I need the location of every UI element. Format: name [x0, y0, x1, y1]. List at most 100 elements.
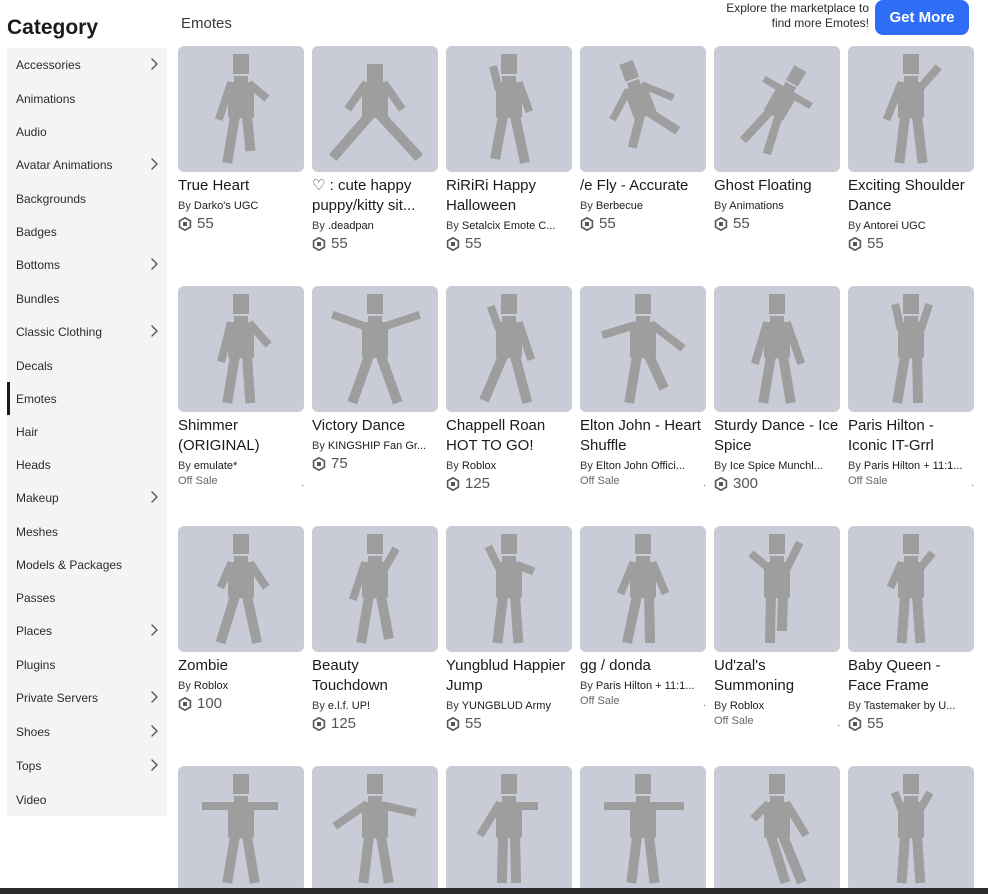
item-name[interactable]: Sturdy Dance - Ice Spice: [714, 416, 840, 456]
sidebar-item-heads[interactable]: Heads: [7, 448, 167, 481]
item-card[interactable]: Beauty Touchdown By e.l.f. UP! 125: [312, 526, 438, 734]
sidebar-item-video[interactable]: Video: [7, 783, 167, 816]
creator-link[interactable]: YUNGBLUD Army: [462, 700, 551, 712]
creator-link[interactable]: Paris Hilton + 11:1...: [864, 460, 963, 472]
creator-link[interactable]: Antorei UGC: [863, 220, 925, 232]
item-card[interactable]: Shimmer (ORIGINAL) By emulate* Off Sale …: [178, 286, 304, 489]
item-name[interactable]: Beauty Touchdown: [312, 656, 438, 696]
sidebar-item-bottoms[interactable]: Bottoms: [7, 248, 167, 281]
item-thumbnail[interactable]: [848, 526, 974, 652]
item-name[interactable]: Ghost Floating: [714, 176, 840, 196]
chevron-right-icon[interactable]: [147, 490, 161, 504]
sidebar-item-tops[interactable]: Tops: [7, 749, 167, 782]
item-card[interactable]: True Heart By Darko's UGC 55: [178, 46, 304, 234]
creator-link[interactable]: .deadpan: [328, 220, 374, 232]
creator-link[interactable]: Roblox: [462, 460, 496, 472]
creator-link[interactable]: Setalcix Emote C...: [462, 220, 556, 232]
creator-link[interactable]: Ice Spice Munchl...: [730, 460, 823, 472]
item-thumbnail[interactable]: [580, 286, 706, 412]
creator-link[interactable]: Tastemaker by U...: [864, 700, 956, 712]
creator-link[interactable]: Paris Hilton + 11:1...: [596, 680, 695, 692]
chevron-right-icon[interactable]: [147, 758, 161, 772]
item-thumbnail[interactable]: [178, 286, 304, 412]
item-name[interactable]: Paris Hilton - Iconic IT-Grrl: [848, 416, 974, 456]
sidebar-item-places[interactable]: Places: [7, 614, 167, 647]
sidebar-item-audio[interactable]: Audio: [7, 115, 167, 148]
item-name[interactable]: Ud'zal's Summoning: [714, 656, 840, 696]
item-name[interactable]: RiRiRi Happy Halloween: [446, 176, 572, 216]
item-card[interactable]: [580, 766, 706, 892]
item-name[interactable]: True Heart: [178, 176, 304, 196]
item-name[interactable]: Baby Queen - Face Frame: [848, 656, 974, 696]
sidebar-item-hair[interactable]: Hair: [7, 415, 167, 448]
sidebar-item-backgrounds[interactable]: Backgrounds: [7, 182, 167, 215]
chevron-right-icon[interactable]: [147, 57, 161, 71]
item-thumbnail[interactable]: [312, 286, 438, 412]
item-thumbnail[interactable]: [714, 286, 840, 412]
item-card[interactable]: [178, 766, 304, 892]
creator-link[interactable]: emulate*: [194, 460, 237, 472]
item-card[interactable]: ♡ : cute happy puppy/kitty sit... By .de…: [312, 46, 438, 254]
item-name[interactable]: gg / donda: [580, 656, 706, 676]
creator-link[interactable]: Roblox: [730, 700, 764, 712]
item-card[interactable]: [312, 766, 438, 892]
item-thumbnail[interactable]: [848, 766, 974, 892]
item-thumbnail[interactable]: [312, 526, 438, 652]
creator-link[interactable]: Elton John Offici...: [596, 460, 685, 472]
creator-link[interactable]: e.l.f. UP!: [328, 700, 370, 712]
item-card[interactable]: RiRiRi Happy Halloween By Setalcix Emote…: [446, 46, 572, 254]
sidebar-item-passes[interactable]: Passes: [7, 581, 167, 614]
chevron-right-icon[interactable]: [147, 157, 161, 171]
item-thumbnail[interactable]: [312, 46, 438, 172]
get-more-button[interactable]: Get More: [875, 0, 969, 35]
sidebar-item-classic-clothing[interactable]: Classic Clothing: [7, 315, 167, 348]
sidebar-item-emotes[interactable]: Emotes: [7, 382, 167, 415]
item-card[interactable]: Ghost Floating By Animations 55: [714, 46, 840, 234]
sidebar-item-animations[interactable]: Animations: [7, 82, 167, 115]
item-thumbnail[interactable]: [446, 46, 572, 172]
item-thumbnail[interactable]: [178, 526, 304, 652]
chevron-right-icon[interactable]: [147, 724, 161, 738]
item-thumbnail[interactable]: [580, 526, 706, 652]
item-card[interactable]: Zombie By Roblox 100: [178, 526, 304, 714]
chevron-right-icon[interactable]: [147, 257, 161, 271]
creator-link[interactable]: Animations: [729, 200, 783, 212]
item-thumbnail[interactable]: [714, 766, 840, 892]
item-card[interactable]: [714, 766, 840, 892]
item-name[interactable]: Shimmer (ORIGINAL): [178, 416, 304, 456]
item-card[interactable]: [848, 766, 974, 892]
item-thumbnail[interactable]: [580, 766, 706, 892]
item-thumbnail[interactable]: [446, 526, 572, 652]
item-thumbnail[interactable]: [848, 286, 974, 412]
item-card[interactable]: Ud'zal's Summoning By Roblox Off Sale .: [714, 526, 840, 729]
sidebar-item-decals[interactable]: Decals: [7, 349, 167, 382]
chevron-right-icon[interactable]: [147, 623, 161, 637]
creator-link[interactable]: Berbecue: [596, 200, 643, 212]
item-card[interactable]: Paris Hilton - Iconic IT-Grrl By Paris H…: [848, 286, 974, 489]
item-name[interactable]: Chappell Roan HOT TO GO!: [446, 416, 572, 456]
item-name[interactable]: Victory Dance: [312, 416, 438, 436]
creator-link[interactable]: Darko's UGC: [194, 200, 258, 212]
item-thumbnail[interactable]: [312, 766, 438, 892]
item-card[interactable]: Yungblud Happier Jump By YUNGBLUD Army 5…: [446, 526, 572, 734]
sidebar-item-makeup[interactable]: Makeup: [7, 481, 167, 514]
sidebar-item-private-servers[interactable]: Private Servers: [7, 681, 167, 714]
item-card[interactable]: Exciting Shoulder Dance By Antorei UGC 5…: [848, 46, 974, 254]
chevron-right-icon[interactable]: [147, 690, 161, 704]
sidebar-item-shoes[interactable]: Shoes: [7, 715, 167, 748]
item-card[interactable]: [446, 766, 572, 892]
item-thumbnail[interactable]: [446, 766, 572, 892]
item-card[interactable]: Elton John - Heart Shuffle By Elton John…: [580, 286, 706, 489]
item-card[interactable]: gg / donda By Paris Hilton + 11:1... Off…: [580, 526, 706, 709]
item-thumbnail[interactable]: [848, 46, 974, 172]
item-name[interactable]: ♡ : cute happy puppy/kitty sit...: [312, 176, 438, 216]
item-name[interactable]: Zombie: [178, 656, 304, 676]
item-thumbnail[interactable]: [714, 46, 840, 172]
creator-link[interactable]: KINGSHIP Fan Gr...: [328, 440, 426, 452]
item-thumbnail[interactable]: [580, 46, 706, 172]
item-card[interactable]: Chappell Roan HOT TO GO! By Roblox 125: [446, 286, 572, 494]
item-name[interactable]: Exciting Shoulder Dance: [848, 176, 974, 216]
sidebar-item-accessories[interactable]: Accessories: [7, 48, 167, 81]
chevron-right-icon[interactable]: [147, 324, 161, 338]
item-card[interactable]: /e Fly - Accurate By Berbecue 55: [580, 46, 706, 234]
